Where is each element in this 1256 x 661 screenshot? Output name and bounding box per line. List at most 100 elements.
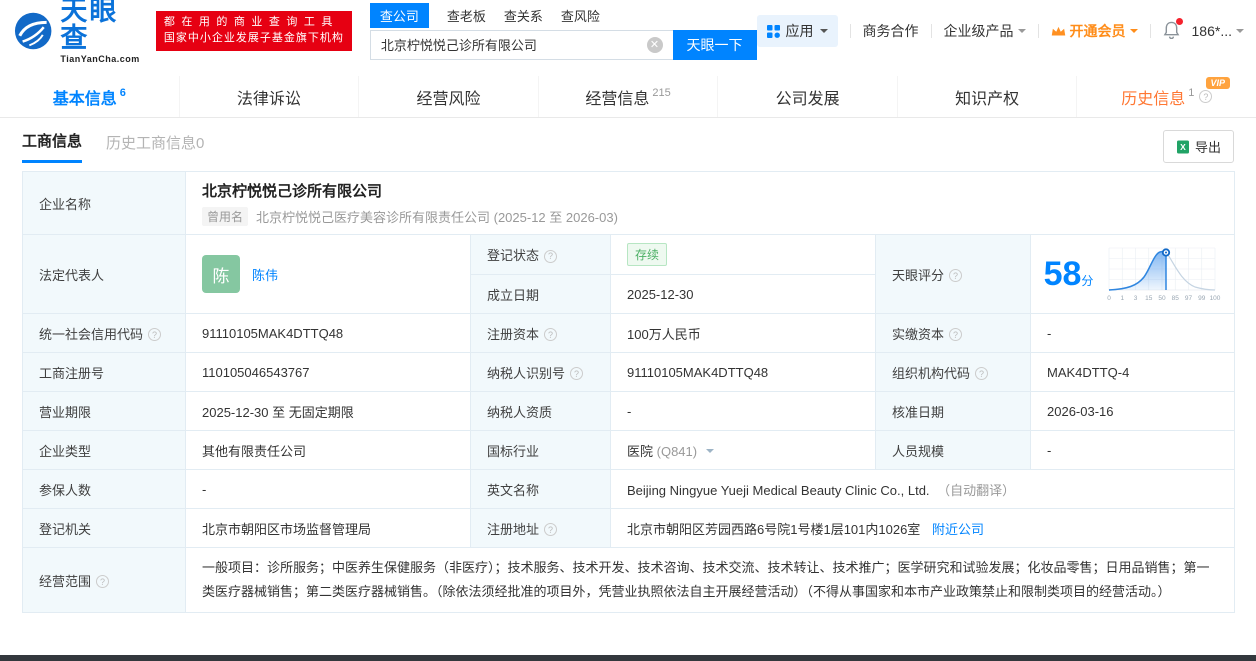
help-icon[interactable]: ?: [544, 328, 558, 341]
search-button[interactable]: 天眼一下: [672, 29, 757, 60]
tab-operating-risk[interactable]: 经营风险: [358, 76, 538, 117]
nav-divider: [930, 24, 932, 38]
reg-capital-label-text: 注册资本: [487, 326, 540, 342]
nearby-companies-link[interactable]: 附近公司: [932, 522, 984, 537]
svg-text:0: 0: [1108, 295, 1112, 302]
help-icon[interactable]: ?: [96, 575, 110, 588]
search-tab-relation[interactable]: 查关系: [504, 3, 543, 28]
site-header: 天眼查 TianYanCha.com 都在用的商业查询工具 国家中小企业发展子基…: [0, 0, 1256, 64]
nav-enterprise-label: 企业级产品: [943, 23, 1014, 39]
help-icon[interactable]: ?: [1199, 90, 1213, 103]
chart-axis-labels: 0 1 3 15 50 85 97 99 100: [1108, 295, 1222, 302]
staff-size-value: -: [1029, 430, 1236, 470]
help-icon[interactable]: ?: [949, 328, 963, 341]
footer-strip: [0, 655, 1256, 661]
apps-menu[interactable]: 应用: [756, 15, 838, 47]
curve-left-filled: [1109, 250, 1167, 291]
brand-name: 天眼查: [60, 0, 119, 53]
taxpayer-quality-value: -: [610, 391, 876, 431]
slogan-line1: 都在用的商业查询工具: [163, 16, 339, 29]
org-code-value: MAK4DTTQ-4: [1029, 352, 1236, 392]
english-name-value: Beijing Ningyue Yueji Medical Beauty Cli…: [627, 482, 930, 498]
nav-enterprise[interactable]: 企业级产品: [944, 21, 1026, 41]
slogan-line2: 国家中小企业发展子基金旗下机构: [163, 32, 344, 44]
subtab-history-business-info[interactable]: 历史工商信息0: [106, 132, 204, 162]
tab-basic-info[interactable]: 基本信息 6: [0, 76, 179, 117]
business-term-value: 2025-12-30 至 无固定期限: [185, 391, 471, 431]
subtab-business-info[interactable]: 工商信息: [22, 130, 83, 163]
help-icon[interactable]: ?: [975, 367, 989, 380]
score-cell[interactable]: 58分 0 1 3 15 50 85 97 99 100: [1029, 234, 1236, 314]
tab-history-info-count: 1: [1188, 86, 1195, 99]
tab-company-development[interactable]: 公司发展: [717, 76, 897, 117]
user-account[interactable]: 186*...: [1192, 23, 1244, 39]
legal-rep-link[interactable]: 陈伟: [252, 265, 278, 284]
score-number: 58: [1043, 255, 1082, 293]
chevron-down-icon: [1129, 29, 1138, 37]
paid-capital-label-text: 实缴资本: [892, 326, 945, 342]
svg-text:50: 50: [1159, 295, 1167, 302]
credit-code-label: 统一社会信用代码?: [22, 313, 186, 353]
insured-label: 参保人数: [22, 469, 186, 509]
help-icon[interactable]: ?: [544, 249, 558, 263]
avatar[interactable]: 陈: [202, 255, 240, 293]
site-logo[interactable]: 天眼查 TianYanCha.com: [14, 0, 144, 64]
credit-code-value: 91110105MAK4DTTQ48: [185, 313, 471, 353]
search-tab-company[interactable]: 查公司: [369, 2, 429, 28]
scope-label-text: 经营范围: [39, 573, 92, 589]
tab-operating-info-count: 215: [652, 86, 671, 99]
svg-text:100: 100: [1210, 295, 1221, 302]
section-tabbar: 基本信息 6 法律诉讼 经营风险 经营信息 215 公司发展 知识产权 VIP …: [0, 76, 1256, 118]
nav-open-vip[interactable]: 开通会员: [1051, 21, 1138, 41]
vip-badge: VIP: [1205, 77, 1231, 89]
est-date-label: 成立日期: [470, 274, 611, 314]
tianyancha-company-page: 天眼查 TianYanCha.com 都在用的商业查询工具 国家中小企业发展子基…: [0, 0, 1256, 661]
company-name-value[interactable]: 北京柠悦悦己诊所有限公司: [202, 180, 1218, 201]
search-input[interactable]: [369, 29, 673, 60]
svg-text:97: 97: [1185, 295, 1193, 302]
nav-open-vip-label: 开通会员: [1069, 23, 1126, 39]
reg-number-value: 110105046543767: [185, 352, 471, 392]
export-button[interactable]: X 导出: [1162, 130, 1234, 163]
table-row: 工商注册号 110105046543767 纳税人识别号? 91110105MA…: [22, 352, 1236, 392]
tab-legal[interactable]: 法律诉讼: [178, 76, 359, 117]
reg-capital-label: 注册资本?: [470, 313, 611, 353]
svg-text:99: 99: [1199, 295, 1207, 302]
help-icon[interactable]: ?: [148, 328, 162, 341]
help-icon[interactable]: ?: [949, 269, 963, 282]
business-info-table: 企业名称 北京柠悦悦己诊所有限公司 曾用名 北京柠悦悦己医疗美容诊所有限责任公司…: [22, 171, 1236, 613]
insured-value: -: [185, 469, 471, 509]
tab-history-info[interactable]: VIP 历史信息 1 ?: [1076, 76, 1256, 117]
svg-text:3: 3: [1134, 295, 1138, 302]
help-icon[interactable]: ?: [570, 367, 584, 380]
score-label-text: 天眼评分: [892, 267, 945, 283]
est-date-value: 2025-12-30: [610, 274, 876, 314]
score-distribution-chart: 0 1 3 15 50 85 97 99 100: [1108, 247, 1222, 302]
notifications-bell[interactable]: [1163, 17, 1183, 42]
former-name-badge: 曾用名: [202, 207, 249, 226]
tab-operating-risk-label: 经营风险: [416, 90, 481, 108]
auto-translate-note: （自动翻译）: [937, 482, 1016, 498]
tab-operating-info[interactable]: 经营信息 215: [537, 76, 718, 117]
search-tab-risk[interactable]: 查风险: [561, 3, 600, 28]
nav-cooperation[interactable]: 商务合作: [863, 21, 919, 41]
industry-cell[interactable]: 医院 (Q841): [610, 430, 876, 470]
table-row: 企业类型 其他有限责任公司 国标行业 医院 (Q841) 人员规模 -: [22, 430, 1236, 470]
clear-icon[interactable]: ✕: [646, 36, 663, 53]
credit-code-label-text: 统一社会信用代码: [39, 326, 144, 342]
company-name-cell: 北京柠悦悦己诊所有限公司 曾用名 北京柠悦悦己医疗美容诊所有限责任公司 (202…: [184, 171, 1236, 235]
tab-intellectual-property[interactable]: 知识产权: [896, 76, 1077, 117]
search-tab-boss[interactable]: 查老板: [447, 3, 486, 28]
table-row: 参保人数 - 英文名称 Beijing Ningyue Yueji Medica…: [22, 469, 1236, 509]
table-row: 营业期限 2025-12-30 至 无固定期限 纳税人资质 - 核准日期 202…: [22, 391, 1236, 431]
svg-text:15: 15: [1146, 295, 1154, 302]
table-row: 统一社会信用代码? 91110105MAK4DTTQ48 注册资本? 100万人…: [22, 313, 1236, 353]
former-name-line: 曾用名 北京柠悦悦己医疗美容诊所有限责任公司 (2025-12 至 2026-0…: [202, 207, 1218, 226]
scope-label: 经营范围?: [22, 547, 186, 613]
industry-code: (Q841): [656, 443, 698, 459]
chevron-down-icon: [1017, 29, 1026, 37]
subtab-history-count: 0: [196, 134, 205, 152]
chevron-down-icon: [705, 448, 714, 457]
help-icon[interactable]: ?: [544, 523, 558, 536]
english-name-label: 英文名称: [470, 469, 611, 509]
